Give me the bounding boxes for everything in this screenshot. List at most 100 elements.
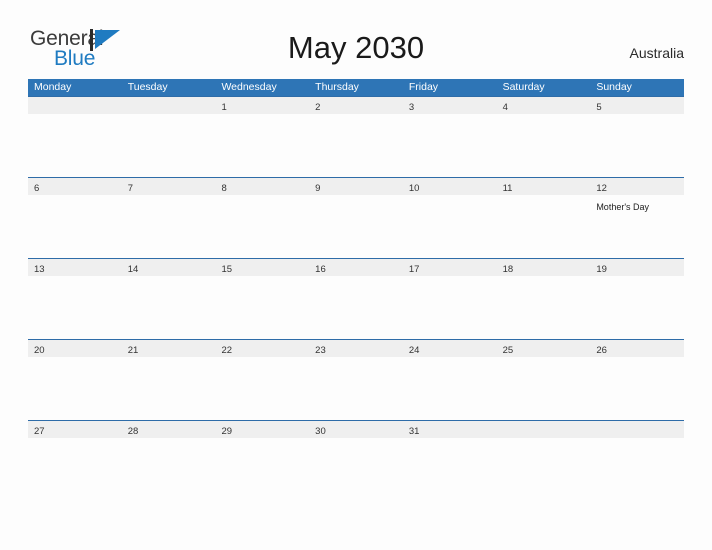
- day-cell[interactable]: 6: [28, 178, 122, 195]
- day-events[interactable]: [403, 357, 497, 420]
- day-events[interactable]: [215, 195, 309, 258]
- day-cell[interactable]: 12: [590, 178, 684, 195]
- day-number: 17: [408, 264, 420, 275]
- day-number: 24: [408, 345, 420, 356]
- day-events[interactable]: [309, 276, 403, 339]
- day-events[interactable]: [403, 114, 497, 177]
- day-number: 10: [408, 183, 420, 194]
- day-number: 21: [127, 345, 139, 356]
- day-cell[interactable]: 30: [309, 421, 403, 438]
- day-events[interactable]: [309, 357, 403, 420]
- week-events-row: [28, 357, 684, 420]
- day-cell[interactable]: 20: [28, 340, 122, 357]
- day-cell[interactable]: 5: [590, 97, 684, 114]
- day-cell[interactable]: 19: [590, 259, 684, 276]
- day-cell[interactable]: 25: [497, 340, 591, 357]
- day-number: 16: [315, 264, 326, 275]
- day-cell[interactable]: 31: [403, 421, 497, 438]
- day-number: 18: [502, 264, 514, 275]
- day-events[interactable]: [590, 357, 684, 420]
- day-events[interactable]: [403, 276, 497, 339]
- day-cell[interactable]: 21: [122, 340, 216, 357]
- day-cell[interactable]: 14: [122, 259, 216, 276]
- page-header: General Blue May 2030 Australia: [0, 0, 712, 79]
- day-events[interactable]: Mother's Day: [590, 195, 684, 258]
- day-cell[interactable]: 3: [403, 97, 497, 114]
- day-cell[interactable]: 7: [122, 178, 216, 195]
- day-number: 1: [221, 102, 227, 113]
- day-cell[interactable]: 23: [309, 340, 403, 357]
- day-events[interactable]: [122, 357, 216, 420]
- calendar-week-row: 1 2 3 4 5: [28, 96, 684, 177]
- day-cell[interactable]: 28: [122, 421, 216, 438]
- day-events[interactable]: [28, 276, 122, 339]
- day-events[interactable]: [497, 357, 591, 420]
- day-events[interactable]: [215, 276, 309, 339]
- day-events[interactable]: [309, 114, 403, 177]
- day-events[interactable]: [28, 357, 122, 420]
- calendar-grid: Monday Tuesday Wednesday Thursday Friday…: [28, 79, 684, 501]
- week-date-band: 27 28 29 30 31: [28, 421, 684, 438]
- day-events[interactable]: [122, 195, 216, 258]
- week-date-band: 1 2 3 4 5: [28, 97, 684, 114]
- day-cell[interactable]: 27: [28, 421, 122, 438]
- week-events-row: [28, 114, 684, 177]
- day-cell[interactable]: 17: [403, 259, 497, 276]
- day-events[interactable]: [497, 114, 591, 177]
- day-cell[interactable]: 8: [215, 178, 309, 195]
- week-date-band: 6 7 8 9 10 11 12: [28, 178, 684, 195]
- day-cell[interactable]: 9: [309, 178, 403, 195]
- weekday-header-wednesday: Wednesday: [221, 81, 277, 93]
- day-events[interactable]: [122, 438, 216, 501]
- day-events[interactable]: [215, 357, 309, 420]
- day-number: 25: [502, 345, 514, 356]
- day-events[interactable]: [122, 276, 216, 339]
- day-cell[interactable]: 2: [309, 97, 403, 114]
- day-cell[interactable]: [497, 421, 591, 438]
- day-cell[interactable]: 4: [497, 97, 591, 114]
- day-events[interactable]: [215, 438, 309, 501]
- day-events[interactable]: [28, 195, 122, 258]
- day-cell[interactable]: 10: [403, 178, 497, 195]
- day-cell[interactable]: 15: [215, 259, 309, 276]
- day-number: 14: [127, 264, 139, 275]
- day-cell[interactable]: 16: [309, 259, 403, 276]
- day-events[interactable]: [28, 438, 122, 501]
- day-number: 11: [502, 183, 513, 194]
- day-cell[interactable]: 29: [215, 421, 309, 438]
- day-cell[interactable]: 22: [215, 340, 309, 357]
- day-cell[interactable]: 18: [497, 259, 591, 276]
- day-cell[interactable]: [122, 97, 216, 114]
- day-events[interactable]: [309, 195, 403, 258]
- day-events[interactable]: [122, 114, 216, 177]
- day-number: 8: [221, 183, 227, 194]
- weekday-header-monday: Monday: [34, 81, 72, 93]
- day-cell[interactable]: 11: [497, 178, 591, 195]
- day-cell[interactable]: [590, 421, 684, 438]
- day-events[interactable]: [309, 438, 403, 501]
- event-label: Mother's Day: [596, 202, 650, 212]
- weekday-header-row: Monday Tuesday Wednesday Thursday Friday…: [28, 79, 684, 96]
- day-cell[interactable]: 13: [28, 259, 122, 276]
- weekday-header-thursday: Thursday: [315, 81, 359, 93]
- day-number: 26: [596, 345, 607, 356]
- day-events[interactable]: [497, 195, 591, 258]
- calendar-week-row: 13 14 15 16 17 18 19: [28, 258, 684, 339]
- day-events[interactable]: [403, 195, 497, 258]
- day-cell[interactable]: 26: [590, 340, 684, 357]
- day-events[interactable]: [497, 276, 591, 339]
- week-date-band: 13 14 15 16 17 18 19: [28, 259, 684, 276]
- day-cell[interactable]: 24: [403, 340, 497, 357]
- day-events[interactable]: [497, 438, 591, 501]
- day-events[interactable]: [215, 114, 309, 177]
- day-cell[interactable]: 1: [215, 97, 309, 114]
- day-number: 9: [315, 183, 321, 194]
- region-label: Australia: [629, 45, 684, 61]
- day-events[interactable]: [590, 276, 684, 339]
- day-events[interactable]: [28, 114, 122, 177]
- day-events[interactable]: [590, 438, 684, 501]
- day-events[interactable]: [403, 438, 497, 501]
- day-events[interactable]: [590, 114, 684, 177]
- day-cell[interactable]: [28, 97, 122, 114]
- day-number: 22: [221, 345, 233, 356]
